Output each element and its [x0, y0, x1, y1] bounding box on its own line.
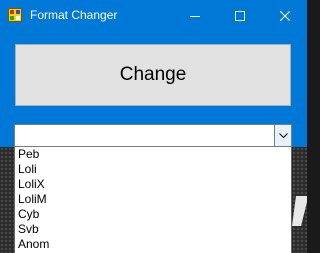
list-item[interactable]: Anom: [15, 237, 291, 252]
list-item[interactable]: Cyb: [15, 207, 291, 222]
combobox-dropdown-button[interactable]: [274, 125, 291, 146]
title-bar[interactable]: Format Changer: [0, 0, 307, 31]
window-title: Format Changer: [30, 8, 118, 22]
format-changer-window: Format Changer Change Peb Loli LoliX Lol…: [0, 0, 307, 253]
background-texture-left: [0, 147, 15, 253]
list-item[interactable]: Svb: [15, 222, 291, 237]
format-dropdown-list: Peb Loli LoliX LoliM Cyb Svb Anom: [14, 147, 292, 253]
close-button[interactable]: [262, 0, 307, 31]
maximize-icon: [234, 10, 245, 21]
minimize-icon: [189, 15, 200, 17]
list-item[interactable]: Loli: [15, 162, 291, 177]
background-slash-shape: [292, 196, 307, 226]
chevron-down-icon: [278, 132, 288, 138]
list-item[interactable]: LoliX: [15, 177, 291, 192]
maximize-button[interactable]: [217, 0, 262, 31]
list-item[interactable]: Peb: [15, 147, 291, 162]
change-button[interactable]: Change: [15, 44, 291, 106]
list-item[interactable]: LoliM: [15, 192, 291, 207]
minimize-button[interactable]: [172, 0, 217, 31]
app-icon: [8, 8, 22, 22]
close-icon: [279, 10, 290, 21]
format-combobox[interactable]: [14, 124, 292, 147]
